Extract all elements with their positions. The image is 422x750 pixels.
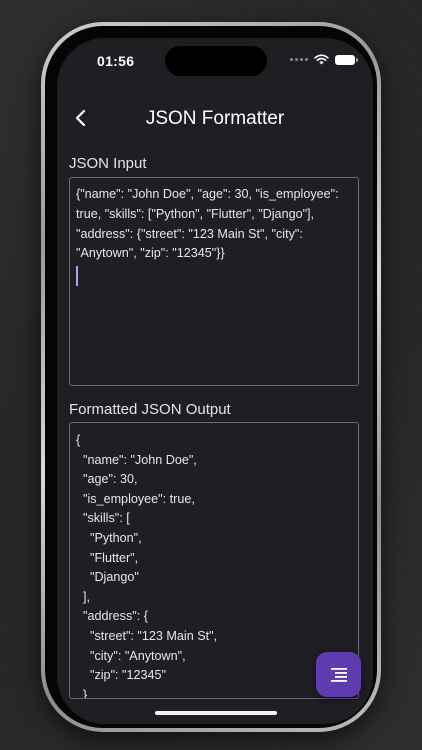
- json-input-value: {"name": "John Doe", "age": 30, "is_empl…: [76, 187, 343, 261]
- app-screen: 01:56 JSON Formatter JSON Input {"name":…: [57, 38, 373, 724]
- page-title: JSON Formatter: [145, 108, 285, 129]
- text-cursor: [76, 266, 78, 287]
- format-lines-icon: [330, 667, 347, 682]
- wifi-icon: [314, 54, 329, 65]
- home-indicator[interactable]: [155, 711, 277, 715]
- app-bar: JSON Formatter: [57, 100, 373, 140]
- formatted-output-label: Formatted JSON Output: [69, 401, 231, 418]
- json-input-field[interactable]: {"name": "John Doe", "age": 30, "is_empl…: [69, 177, 359, 386]
- json-input-label: JSON Input: [69, 155, 147, 172]
- formatted-json-output[interactable]: { "name": "John Doe", "age": 30, "is_emp…: [69, 422, 359, 699]
- battery-icon: [335, 54, 358, 65]
- phone-bezel: 01:56 JSON Formatter JSON Input {"name":…: [45, 26, 377, 728]
- status-bar: 01:56: [57, 38, 373, 88]
- format-button[interactable]: [316, 652, 361, 697]
- status-icons: [290, 54, 358, 65]
- status-time: 01:56: [97, 53, 135, 69]
- phone-frame: 01:56 JSON Formatter JSON Input {"name":…: [41, 22, 381, 732]
- dynamic-island: [165, 46, 267, 76]
- signal-icon: [290, 58, 308, 61]
